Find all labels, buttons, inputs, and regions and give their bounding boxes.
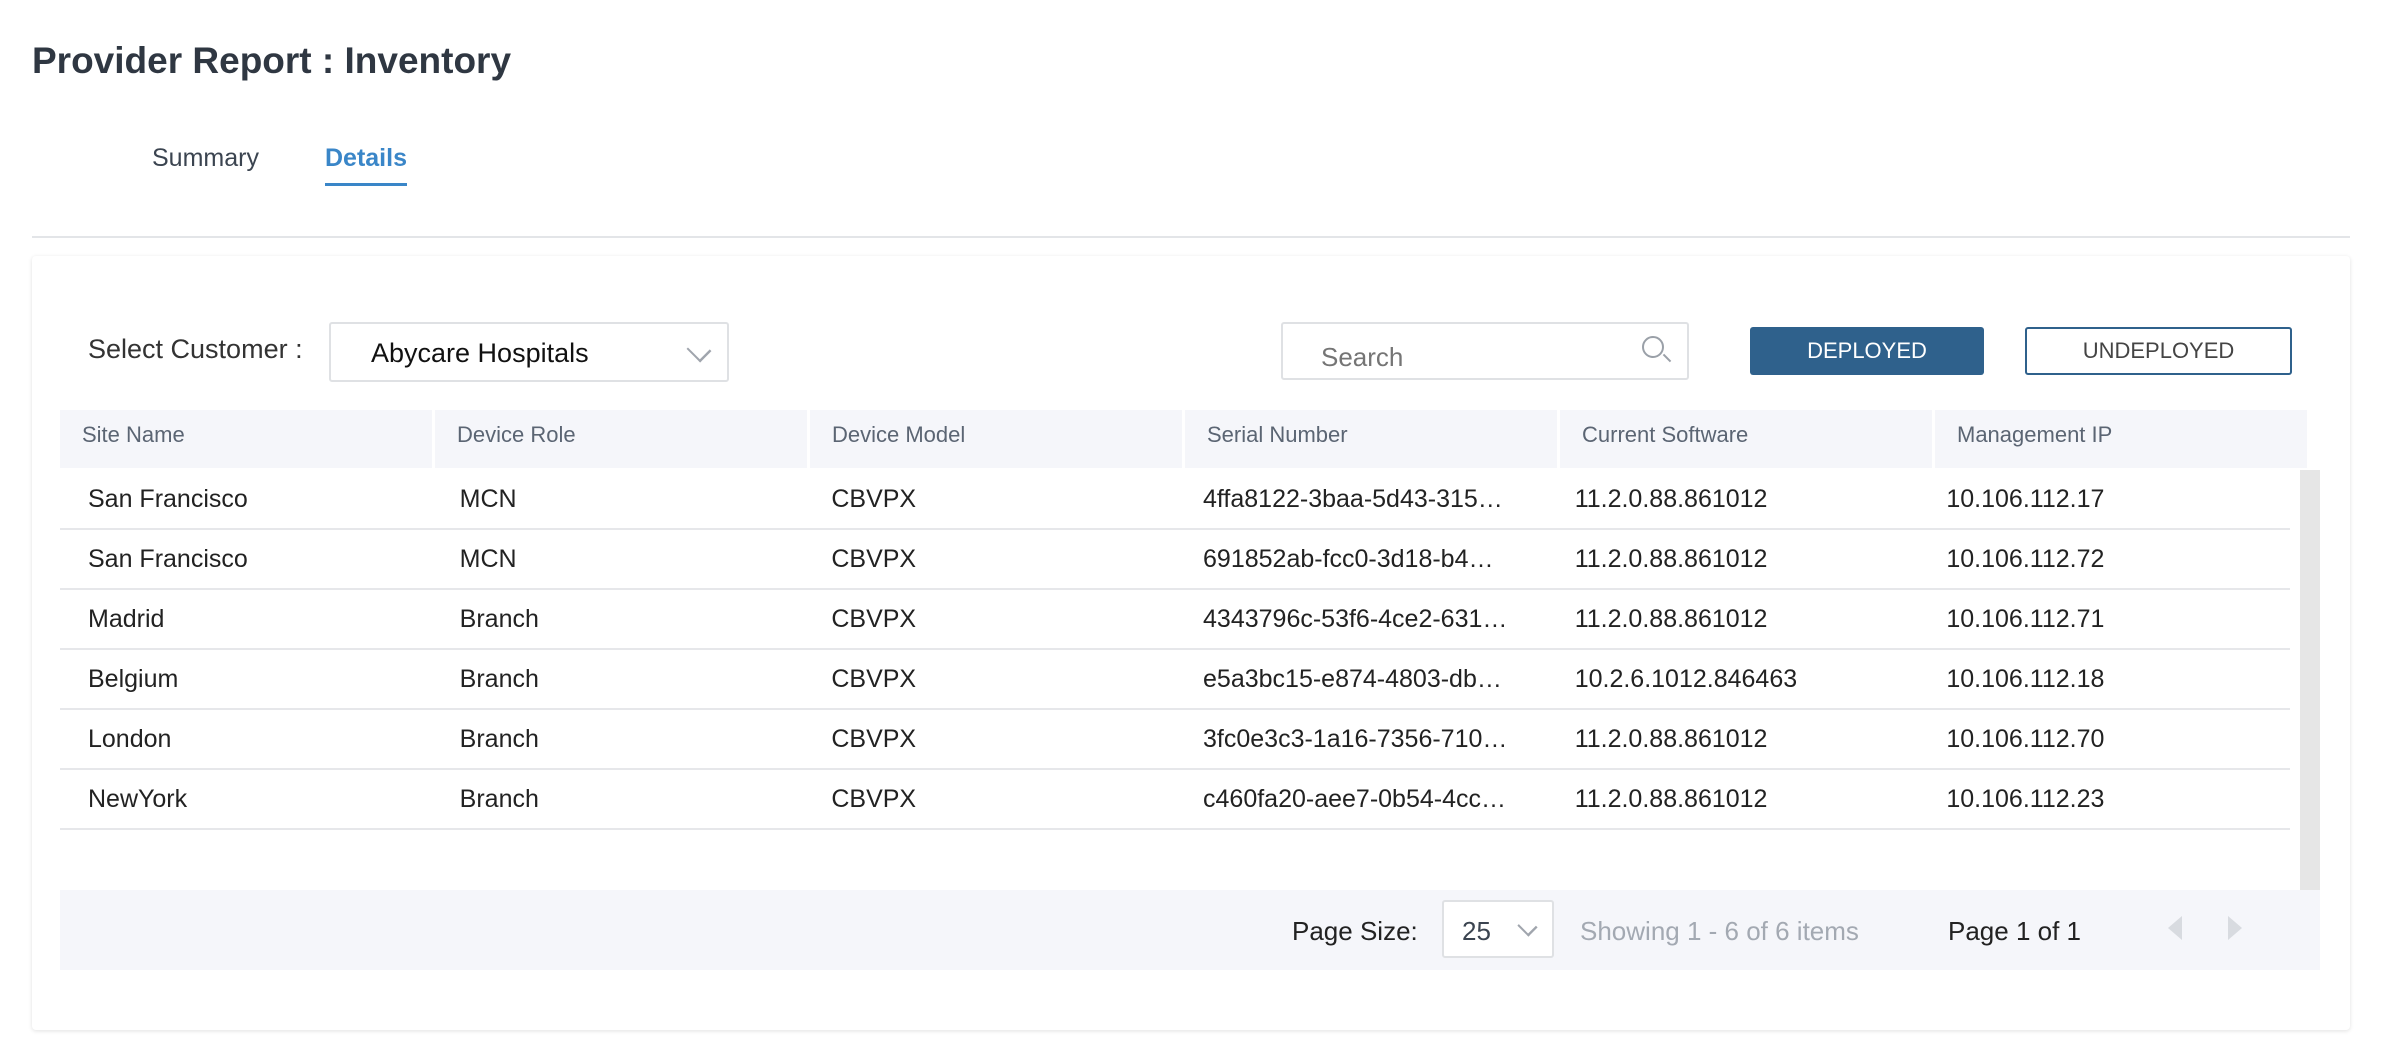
page-indicator: Page 1 of 1: [1948, 916, 2081, 946]
table-row[interactable]: London Branch CBVPX 3fc0e3c3-1a16-7356-710……: [60, 710, 2290, 770]
chevron-down-icon: [1517, 916, 1538, 937]
column-header[interactable]: Serial Number: [1185, 410, 1557, 468]
table-cell: CBVPX: [831, 784, 917, 813]
table-cell: 10.106.112.23: [1946, 784, 2105, 813]
deployed-button[interactable]: DEPLOYED: [1750, 327, 1984, 375]
table-row[interactable]: NewYork Branch CBVPX c460fa20-aee7-0b54-4cc…: [60, 770, 2290, 830]
table-cell: Branch: [459, 724, 539, 753]
chevron-down-icon: [686, 337, 712, 363]
table-cell: CBVPX: [831, 484, 917, 513]
table-cell: CBVPX: [831, 664, 917, 693]
table-header: Site Name Device Role Device Model Serial N…: [60, 410, 2320, 468]
table-cell: CBVPX: [831, 544, 917, 573]
table-cell: 4ffa8122-3baa-5d43-315…: [1203, 484, 1503, 513]
table-cell: 10.106.112.17: [1946, 484, 2105, 513]
table-row[interactable]: Belgium Branch CBVPX e5a3bc15-e874-4803-db……: [60, 650, 2290, 710]
table-cell: 11.2.0.88.861012: [1574, 724, 1768, 753]
prev-page-icon[interactable]: [2168, 916, 2182, 940]
table-body: San Francisco MCN CBVPX 4ffa8122-3baa-5d43-…: [60, 470, 2290, 830]
page-size-select[interactable]: 25: [1442, 900, 1554, 958]
table-cell: San Francisco: [88, 544, 248, 573]
tab-details[interactable]: Details: [325, 144, 407, 186]
table-cell: NewYork: [88, 784, 188, 813]
table-cell: CBVPX: [831, 604, 917, 633]
column-header[interactable]: Device Role: [435, 410, 807, 468]
page-size-value: 25: [1462, 916, 1491, 946]
table-cell: Branch: [459, 664, 539, 693]
page-size-label: Page Size:: [1292, 916, 1418, 946]
table-cell: 11.2.0.88.861012: [1574, 484, 1768, 513]
tab-summary[interactable]: Summary: [152, 144, 259, 173]
page-title: Provider Report : Inventory: [32, 40, 512, 81]
table-cell: Branch: [459, 604, 539, 633]
scrollbar[interactable]: [2300, 470, 2320, 890]
table-cell: 4343796c-53f6-4ce2-631…: [1203, 604, 1508, 633]
table-cell: 10.106.112.72: [1946, 544, 2105, 573]
table-cell: San Francisco: [88, 484, 248, 513]
table-row[interactable]: San Francisco MCN CBVPX 4ffa8122-3baa-5d43-…: [60, 470, 2290, 530]
column-header[interactable]: Site Name: [60, 410, 432, 468]
table-cell: Madrid: [88, 604, 165, 633]
table-cell: 10.2.6.1012.846463: [1574, 664, 1798, 693]
table-cell: 10.106.112.71: [1946, 604, 2105, 633]
column-header[interactable]: Management IP: [1935, 410, 2307, 468]
table-cell: CBVPX: [831, 724, 917, 753]
column-header[interactable]: Current Software: [1560, 410, 1932, 468]
table-cell: 11.2.0.88.861012: [1574, 544, 1768, 573]
select-customer-label: Select Customer :: [88, 334, 303, 364]
undeployed-button[interactable]: UNDEPLOYED: [2025, 327, 2292, 375]
table-cell: 691852ab-fcc0-3d18-b4…: [1203, 544, 1494, 573]
table-cell: e5a3bc15-e874-4803-db…: [1203, 664, 1502, 693]
table-cell: 11.2.0.88.861012: [1574, 604, 1768, 633]
table-cell: Branch: [459, 784, 539, 813]
table-cell: Belgium: [88, 664, 179, 693]
divider: [32, 236, 2350, 238]
showing-items: Showing 1 - 6 of 6 items: [1580, 916, 1859, 946]
search-input[interactable]: [1281, 322, 1689, 380]
table-cell: 10.106.112.18: [1946, 664, 2105, 693]
customer-value: Abycare Hospitals: [371, 338, 589, 368]
table-cell: London: [88, 724, 172, 753]
table-cell: 10.106.112.70: [1946, 724, 2105, 753]
table-cell: MCN: [459, 544, 517, 573]
next-page-icon[interactable]: [2228, 916, 2242, 940]
column-header[interactable]: Device Model: [810, 410, 1182, 468]
customer-select[interactable]: Abycare Hospitals: [329, 322, 729, 382]
search-icon[interactable]: [1642, 336, 1664, 358]
table-cell: MCN: [459, 484, 517, 513]
table-row[interactable]: San Francisco MCN CBVPX 691852ab-fcc0-3d18-…: [60, 530, 2290, 590]
table-cell: 11.2.0.88.861012: [1574, 784, 1768, 813]
table-cell: 3fc0e3c3-1a16-7356-710…: [1203, 724, 1508, 753]
table-row[interactable]: Madrid Branch CBVPX 4343796c-53f6-4ce2-631……: [60, 590, 2290, 650]
table-cell: c460fa20-aee7-0b54-4cc…: [1203, 784, 1506, 813]
